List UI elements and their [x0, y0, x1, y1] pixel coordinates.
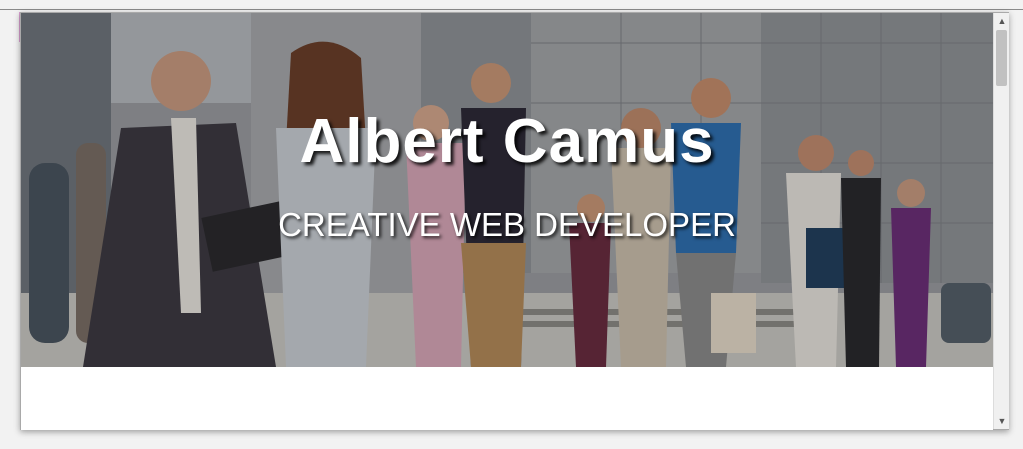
hero-banner: Albert Camus CREATIVE WEB DEVELOPER [21, 13, 993, 367]
hero-subtitle: CREATIVE WEB DEVELOPER [278, 206, 736, 243]
browser-viewport: Albert Camus CREATIVE WEB DEVELOPER ▲ ▼ [20, 12, 1009, 430]
top-border-line [0, 9, 1023, 10]
vertical-scrollbar[interactable]: ▲ ▼ [993, 13, 1009, 429]
triangle-up-icon[interactable]: ▲ [994, 13, 1010, 29]
hero-dim-overlay [21, 13, 993, 367]
scrollbar-thumb[interactable] [996, 30, 1007, 86]
triangle-down-icon[interactable]: ▼ [994, 413, 1010, 429]
hero-title: Albert Camus [299, 107, 715, 176]
page-content-blank [21, 367, 993, 430]
